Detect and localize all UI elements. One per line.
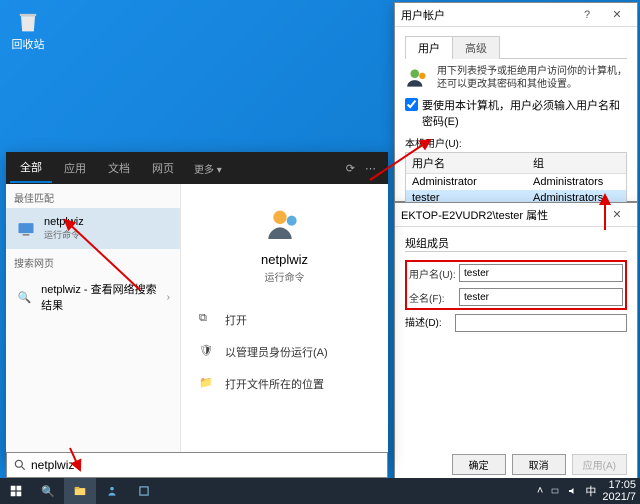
tray-chevron-icon[interactable]: ˄ bbox=[537, 485, 543, 497]
system-tray: ˄ 中 17:05 2021/7 bbox=[537, 479, 640, 503]
chevron-right-icon: › bbox=[167, 292, 170, 303]
taskbar-explorer[interactable] bbox=[64, 478, 96, 504]
result-netplwiz[interactable]: netplwiz 运行命令 bbox=[6, 208, 180, 249]
search-icon: 🔍 bbox=[16, 287, 33, 307]
th-group: 组 bbox=[527, 153, 550, 173]
folder-icon: 📁 bbox=[199, 376, 215, 392]
ok-button[interactable]: 确定 bbox=[452, 454, 506, 475]
fullname-input[interactable] bbox=[459, 288, 623, 306]
feedback-icon[interactable]: ⟳ bbox=[346, 162, 355, 175]
search-icon bbox=[13, 458, 27, 472]
action-run-admin[interactable]: 🛡以管理员身份运行(A) bbox=[195, 336, 374, 368]
run-icon bbox=[16, 219, 36, 239]
search-panel: 全部 应用 文档 网页 更多 ▾ ⟳ ⋯ 最佳匹配 netplwiz 运行命令 … bbox=[6, 152, 388, 460]
search-tabs: 全部 应用 文档 网页 更多 ▾ ⟳ ⋯ bbox=[6, 152, 388, 184]
result-detail: netplwiz 运行命令 ⧉打开 🛡以管理员身份运行(A) 📁打开文件所在的位… bbox=[181, 184, 388, 460]
tab-member[interactable]: 组成员 bbox=[416, 235, 449, 251]
web-result[interactable]: 🔍 netplwiz - 查看网络搜索结果 › bbox=[6, 273, 180, 321]
recycle-bin-label: 回收站 bbox=[12, 36, 45, 52]
help-button[interactable]: ? bbox=[573, 5, 601, 25]
require-password-checkbox[interactable] bbox=[405, 98, 418, 111]
window-title: 用户帐户 bbox=[401, 7, 445, 23]
cancel-button[interactable]: 取消 bbox=[512, 454, 566, 475]
open-icon: ⧉ bbox=[199, 312, 215, 328]
options-icon[interactable]: ⋯ bbox=[365, 162, 376, 175]
tab-users[interactable]: 用户 bbox=[405, 36, 453, 59]
checkbox-label: 要使用本计算机，用户必须输入用户名和密码(E) bbox=[422, 97, 627, 129]
window-titlebar[interactable]: 用户帐户 ? ✕ bbox=[395, 3, 637, 27]
taskbar-app2[interactable] bbox=[128, 478, 160, 504]
window-titlebar[interactable]: EKTOP-E2VUDR2\tester 属性 ✕ bbox=[395, 203, 637, 227]
users-icon bbox=[405, 65, 431, 91]
user-accounts-window: 用户帐户 ? ✕ 用户 高级 用下列表授予或拒绝用户访问你的计算机，还可以更改其… bbox=[394, 2, 638, 202]
volume-icon[interactable] bbox=[567, 485, 579, 497]
detail-title: netplwiz bbox=[261, 252, 308, 267]
search-input[interactable] bbox=[31, 458, 381, 472]
username-input[interactable] bbox=[459, 264, 623, 282]
info-text: 用下列表授予或拒绝用户访问你的计算机，还可以更改其密码和其他设置。 bbox=[437, 65, 627, 91]
clock[interactable]: 17:05 2021/7 bbox=[602, 479, 636, 503]
action-open-location[interactable]: 📁打开文件所在的位置 bbox=[195, 368, 374, 400]
detail-sub: 运行命令 bbox=[265, 269, 305, 284]
table-row[interactable]: Administrator Administrators bbox=[406, 174, 626, 190]
tab-advanced[interactable]: 高级 bbox=[452, 36, 500, 59]
th-user: 用户名 bbox=[406, 153, 527, 173]
recycle-bin[interactable]: 回收站 bbox=[8, 8, 48, 58]
search-box[interactable] bbox=[6, 452, 388, 478]
taskbar-app1[interactable] bbox=[96, 478, 128, 504]
desc-input[interactable] bbox=[455, 314, 627, 332]
ime-indicator[interactable]: 中 bbox=[585, 483, 596, 499]
network-icon[interactable] bbox=[549, 485, 561, 497]
recycle-bin-icon bbox=[14, 8, 42, 36]
close-button[interactable]: ✕ bbox=[603, 5, 631, 25]
table-label: 本机用户(U): bbox=[405, 135, 627, 150]
start-button[interactable] bbox=[0, 478, 32, 504]
tab-web[interactable]: 网页 bbox=[142, 154, 184, 182]
taskbar: 🔍 ˄ 中 17:05 2021/7 bbox=[0, 478, 640, 504]
web-header: 搜索网页 bbox=[6, 249, 180, 273]
action-open[interactable]: ⧉打开 bbox=[195, 304, 374, 336]
tab-all[interactable]: 全部 bbox=[10, 153, 52, 183]
apply-button: 应用(A) bbox=[572, 454, 627, 475]
close-button[interactable]: ✕ bbox=[603, 205, 631, 225]
results-list: 最佳匹配 netplwiz 运行命令 搜索网页 🔍 netplwiz - 查看网… bbox=[6, 184, 181, 460]
window-title: EKTOP-E2VUDR2\tester 属性 bbox=[401, 207, 548, 223]
tab-apps[interactable]: 应用 bbox=[54, 154, 96, 182]
tab-docs[interactable]: 文档 bbox=[98, 154, 140, 182]
best-match-header: 最佳匹配 bbox=[6, 184, 180, 208]
tab-more[interactable]: 更多 ▾ bbox=[186, 155, 230, 182]
users-table[interactable]: 用户名 组 Administrator Administrators teste… bbox=[405, 152, 627, 208]
desc-label: 描述(D): bbox=[405, 314, 455, 332]
properties-window: EKTOP-E2VUDR2\tester 属性 ✕ 规 组成员 用户名(U): … bbox=[394, 202, 638, 484]
run-icon-large bbox=[265, 204, 305, 244]
fullname-label: 全名(F): bbox=[409, 290, 459, 305]
username-label: 用户名(U): bbox=[409, 266, 459, 281]
tab-general[interactable]: 规 bbox=[405, 235, 416, 251]
taskbar-search-icon[interactable]: 🔍 bbox=[32, 478, 64, 504]
shield-icon: 🛡 bbox=[199, 344, 215, 360]
